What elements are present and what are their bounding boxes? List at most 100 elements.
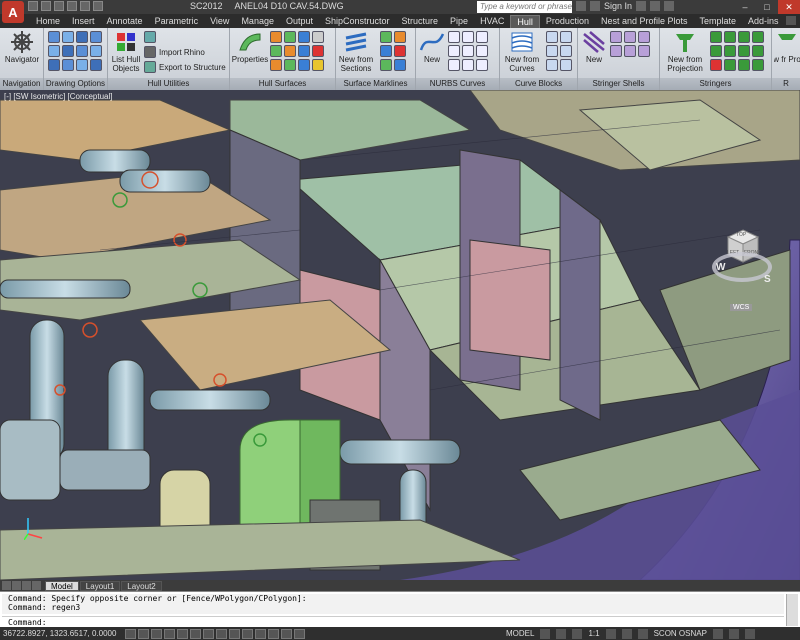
list-hull-objects-button[interactable]: List Hull Objects — [110, 30, 142, 73]
stringer-tool-icon[interactable] — [738, 31, 750, 43]
curve-tool-icon[interactable] — [448, 59, 460, 71]
curve-tool-icon[interactable] — [476, 45, 488, 57]
save-icon[interactable] — [54, 1, 64, 11]
navigator-button[interactable]: Navigator — [4, 30, 40, 64]
new-nurbs-button[interactable]: New — [418, 30, 446, 64]
shell-tool-icon[interactable] — [624, 45, 636, 57]
tab-options-icon[interactable] — [786, 16, 796, 25]
user-icon[interactable] — [590, 1, 600, 11]
tab-manage[interactable]: Manage — [235, 15, 280, 28]
shell-tool-icon[interactable] — [624, 31, 636, 43]
curve-tool-icon[interactable] — [448, 31, 460, 43]
surface-icon[interactable] — [284, 45, 296, 57]
stringer-tool-icon[interactable] — [710, 31, 722, 43]
annotation-scale-icon[interactable] — [572, 628, 583, 639]
hide-icon[interactable] — [90, 59, 102, 71]
stringer-tool-icon[interactable] — [724, 45, 736, 57]
stringer-tool-icon[interactable] — [710, 59, 722, 71]
stringer-tool-icon[interactable] — [738, 45, 750, 57]
grid-icon[interactable] — [76, 31, 88, 43]
search-icon[interactable] — [576, 1, 586, 11]
markline-icon[interactable] — [380, 31, 392, 43]
quick-properties-toggle[interactable] — [281, 628, 292, 639]
tab-nest-and-profile-plots[interactable]: Nest and Profile Plots — [595, 15, 694, 28]
redo-icon[interactable] — [80, 1, 90, 11]
surface-icon[interactable] — [298, 45, 310, 57]
polar-tracking-toggle[interactable] — [177, 628, 188, 639]
block-tool-icon[interactable] — [560, 31, 572, 43]
lock-icon[interactable] — [637, 628, 648, 639]
transparency-toggle[interactable] — [268, 628, 279, 639]
shell-tool-icon[interactable] — [638, 31, 650, 43]
export-to-structure-button[interactable]: Export to Structure — [144, 61, 226, 73]
tab-hull[interactable]: Hull — [510, 15, 540, 28]
view-icon[interactable] — [62, 31, 74, 43]
next-layout-icon[interactable] — [22, 581, 31, 590]
new-from-sections-button[interactable]: New from Sections — [338, 30, 374, 73]
tab-hvac[interactable]: HVAC — [474, 15, 510, 28]
open-icon[interactable] — [41, 1, 51, 11]
viewcube-top[interactable]: TOP — [736, 232, 746, 238]
shell-tool-icon[interactable] — [610, 31, 622, 43]
close-button[interactable]: ✕ — [778, 0, 800, 14]
surface-icon[interactable] — [312, 59, 324, 71]
markline-icon[interactable] — [394, 45, 406, 57]
block-tool-icon[interactable] — [546, 45, 558, 57]
scon-osnap-button[interactable]: SCON OSNAP — [654, 629, 707, 638]
properties-button[interactable]: Properties — [232, 30, 268, 64]
search-input[interactable]: Type a keyword or phrase — [477, 1, 572, 13]
quick-view-drawings-icon[interactable] — [556, 628, 567, 639]
surface-icon[interactable] — [298, 59, 310, 71]
new-from-curves-button[interactable]: New from Curves — [502, 30, 542, 73]
markline-icon[interactable] — [394, 59, 406, 71]
command-scrollbar[interactable] — [786, 594, 798, 626]
stringer-tool-icon[interactable] — [738, 59, 750, 71]
curve-tool-icon[interactable] — [448, 45, 460, 57]
first-layout-icon[interactable] — [2, 581, 11, 590]
command-input[interactable]: Command: — [2, 616, 784, 627]
undo-icon[interactable] — [67, 1, 77, 11]
maximize-button[interactable]: □ — [756, 0, 778, 14]
dropdown-icon[interactable] — [312, 31, 324, 43]
markline-icon[interactable] — [380, 45, 392, 57]
hardware-acceleration-icon[interactable] — [728, 628, 739, 639]
dynamic-ucs-toggle[interactable] — [229, 628, 240, 639]
clean-screen-icon[interactable] — [744, 628, 755, 639]
object-snap-toggle[interactable] — [190, 628, 201, 639]
tab-insert[interactable]: Insert — [66, 15, 101, 28]
snap-mode-toggle[interactable] — [138, 628, 149, 639]
infer-constraints-toggle[interactable] — [125, 628, 136, 639]
coordinate-readout[interactable]: 36722.8927, 1323.6517, 0.0000 — [0, 629, 125, 638]
tab-home[interactable]: Home — [30, 15, 66, 28]
shell-tool-icon[interactable] — [610, 45, 622, 57]
last-layout-icon[interactable] — [32, 581, 41, 590]
block-tool-icon[interactable] — [560, 59, 572, 71]
stringer-tool-icon[interactable] — [724, 59, 736, 71]
compass-west[interactable]: W — [716, 262, 725, 273]
annotation-scale-value[interactable]: 1:1 — [588, 629, 599, 638]
star-icon[interactable] — [650, 1, 661, 11]
wire-icon[interactable] — [76, 59, 88, 71]
tab-output[interactable]: Output — [280, 15, 319, 28]
stringer-tool-icon[interactable] — [752, 31, 764, 43]
lineweight-toggle[interactable] — [255, 628, 266, 639]
new-stringer-shell-button[interactable]: New — [580, 30, 608, 64]
surface-icon[interactable] — [270, 59, 282, 71]
tab-structure[interactable]: Structure — [396, 15, 445, 28]
stringer-tool-icon[interactable] — [752, 59, 764, 71]
3d-object-snap-toggle[interactable] — [203, 628, 214, 639]
curve-tool-icon[interactable] — [462, 31, 474, 43]
utility-icon[interactable] — [144, 31, 156, 43]
layout-tab-model[interactable]: Model — [45, 580, 79, 591]
display-icon[interactable] — [90, 31, 102, 43]
curve-tool-icon[interactable] — [476, 31, 488, 43]
curve-tool-icon[interactable] — [462, 59, 474, 71]
zoom-icon[interactable] — [48, 45, 60, 57]
tab-production[interactable]: Production — [540, 15, 595, 28]
new-icon[interactable] — [28, 1, 38, 11]
surface-icon[interactable] — [298, 31, 310, 43]
model-space-button[interactable]: MODEL — [506, 629, 534, 638]
annotation-visibility-icon[interactable] — [605, 628, 616, 639]
compass-south[interactable]: S — [764, 274, 771, 285]
selection-cycling-toggle[interactable] — [294, 628, 305, 639]
